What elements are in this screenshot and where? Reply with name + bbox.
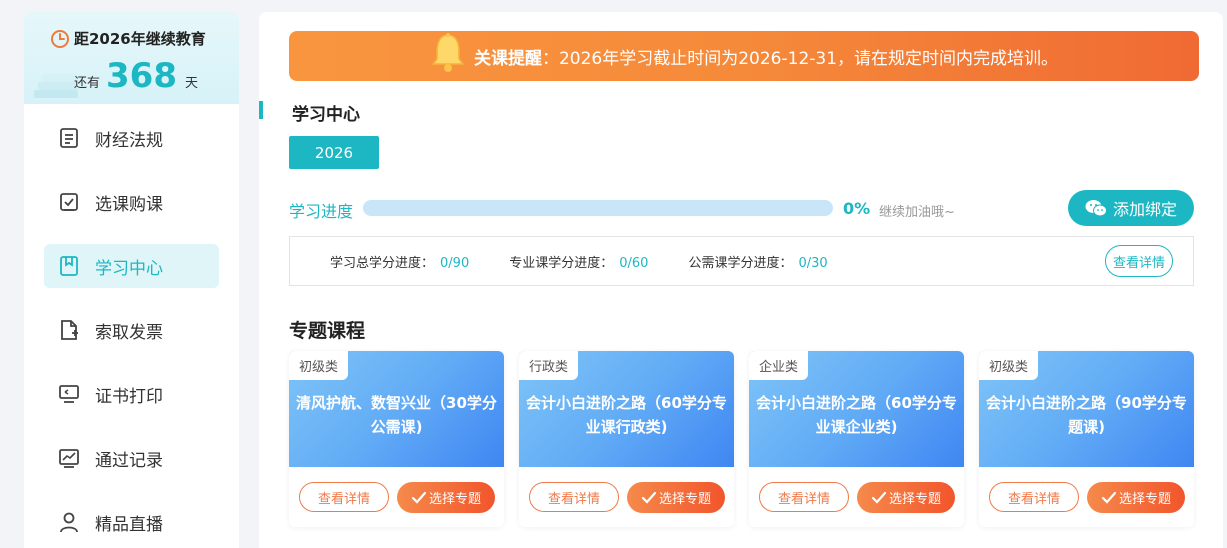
topic-card-cover[interactable]: 初级类 清风护航、数智兴业（30学分公需课): [289, 351, 504, 467]
sidebar-item-regulations[interactable]: 财经法规: [44, 116, 219, 160]
check-icon: [641, 491, 657, 504]
topic-card-actions: 查看详情 选择专题: [529, 482, 725, 513]
section-title: 学习中心: [292, 105, 360, 125]
progress-tip: 继续加油哦~: [879, 205, 955, 220]
sidebar: 距2026年继续教育 还有 368 天 财经法规 选课购课 学习中心 索取发票 …: [24, 12, 239, 548]
topic-card: 企业类 会计小白进阶之路（60学分专业课企业类) 查看详情 选择专题: [749, 351, 964, 527]
monitor-icon: [58, 383, 80, 405]
checkbox-icon: [58, 191, 80, 213]
countdown-prefix: 还有: [74, 76, 101, 91]
credit-public-label: 公需课学分进度：: [688, 255, 793, 271]
select-topic-button[interactable]: 选择专题: [397, 482, 495, 513]
topic-card-tag: 初级类: [979, 351, 1039, 380]
topic-card-title: 会计小白进阶之路（60学分专业课企业类): [756, 394, 957, 436]
topic-card-actions: 查看详情 选择专题: [759, 482, 955, 513]
year-tab-2026[interactable]: 2026: [289, 136, 379, 169]
progress-bar: [363, 200, 833, 216]
progress-percent: 0%: [843, 199, 871, 218]
credit-professional-label: 专业课学分进度：: [509, 255, 614, 271]
view-detail-button[interactable]: 查看详情: [759, 482, 849, 512]
sidebar-item-label: 财经法规: [95, 130, 163, 151]
topic-card-cover[interactable]: 初级类 会计小白进阶之路（90学分专题课): [979, 351, 1194, 467]
select-topic-label: 选择专题: [888, 492, 941, 507]
sidebar-item-label: 索取发票: [95, 322, 163, 343]
select-topic-button[interactable]: 选择专题: [857, 482, 955, 513]
topics-title: 专题课程: [289, 320, 366, 342]
check-icon: [1101, 491, 1117, 504]
topic-card: 行政类 会计小白进阶之路（60学分专业课行政类) 查看详情 选择专题: [519, 351, 734, 527]
select-topic-button[interactable]: 选择专题: [627, 482, 725, 513]
credit-total-value: 0/90: [440, 255, 470, 271]
sidebar-item-records[interactable]: 通过记录: [44, 436, 219, 480]
credit-total: 学习总学分进度： 0/90: [330, 252, 469, 271]
notice-bold-label: 关课提醒: [473, 48, 542, 69]
sidebar-item-label: 证书打印: [95, 386, 163, 407]
chart-icon: [58, 447, 80, 469]
countdown-panel: 距2026年继续教育 还有 368 天: [24, 12, 239, 104]
countdown-title-text: 距2026年继续教育: [74, 30, 206, 48]
topic-card-tag: 行政类: [519, 351, 579, 380]
credit-professional: 专业课学分进度： 0/60: [509, 252, 648, 271]
credit-summary: 学习总学分进度： 0/90 专业课学分进度： 0/60 公需课学分进度： 0/30 查…: [289, 236, 1194, 286]
sidebar-item-invoice[interactable]: 索取发票: [44, 308, 219, 352]
invoice-add-icon: [58, 319, 80, 341]
select-topic-button[interactable]: 选择专题: [1087, 482, 1185, 513]
select-topic-label: 选择专题: [658, 492, 711, 507]
view-detail-button[interactable]: 查看详情: [299, 482, 389, 512]
sidebar-item-course-select[interactable]: 选课购课: [44, 180, 219, 224]
sidebar-item-label: 学习中心: [95, 258, 163, 279]
topic-card-title: 会计小白进阶之路（90学分专题课): [986, 394, 1187, 436]
sidebar-item-label: 通过记录: [95, 450, 163, 471]
topic-card-cover[interactable]: 行政类 会计小白进阶之路（60学分专业课行政类): [519, 351, 734, 467]
wechat-icon: [1085, 200, 1107, 217]
clock-icon: [51, 29, 69, 48]
credit-detail-button[interactable]: 查看详情: [1105, 245, 1173, 277]
credit-total-label: 学习总学分进度：: [330, 255, 435, 271]
sidebar-item-certificate[interactable]: 证书打印: [44, 372, 219, 416]
sidebar-item-live[interactable]: 精品直播: [44, 500, 219, 544]
topic-card-cover[interactable]: 企业类 会计小白进阶之路（60学分专业课企业类): [749, 351, 964, 467]
topic-card-tag: 企业类: [749, 351, 809, 380]
document-icon: [58, 127, 80, 149]
notice-text: ：2026年学习截止时间为2026-12-31，请在规定时间内完成培训。: [541, 48, 1059, 69]
add-binding-label: 添加绑定: [1112, 200, 1177, 219]
sidebar-item-label: 精品直播: [95, 514, 163, 535]
topic-card-actions: 查看详情 选择专题: [989, 482, 1185, 513]
topic-card-actions: 查看详情 选择专题: [299, 482, 495, 513]
user-icon: [58, 511, 80, 533]
credit-public-value: 0/30: [798, 255, 828, 271]
bookmark-icon: [58, 255, 80, 277]
select-topic-label: 选择专题: [1118, 492, 1171, 507]
sidebar-item-study-center[interactable]: 学习中心: [44, 244, 219, 288]
section-accent-bar: [259, 101, 263, 119]
topic-card: 初级类 会计小白进阶之路（90学分专题课) 查看详情 选择专题: [979, 351, 1194, 527]
credit-public: 公需课学分进度： 0/30: [688, 252, 827, 271]
progress-label: 学习进度: [289, 202, 354, 221]
countdown-days: 368: [106, 56, 177, 96]
add-binding-button[interactable]: 添加绑定: [1068, 190, 1194, 226]
main-panel: 关课提醒 ：2026年学习截止时间为2026-12-31，请在规定时间内完成培训…: [259, 12, 1223, 548]
select-topic-label: 选择专题: [428, 492, 481, 507]
topic-card-tag: 初级类: [289, 351, 349, 380]
sidebar-menu: 财经法规 选课购课 学习中心 索取发票 证书打印 通过记录 精品直播: [44, 116, 219, 548]
topic-card: 初级类 清风护航、数智兴业（30学分公需课) 查看详情 选择专题: [289, 351, 504, 527]
check-icon: [411, 491, 427, 504]
countdown-suffix: 天: [185, 76, 199, 91]
credit-professional-value: 0/60: [619, 255, 649, 271]
countdown-days-row: 还有 368 天: [74, 56, 198, 96]
topic-card-title: 会计小白进阶之路（60学分专业课行政类): [526, 394, 727, 436]
view-detail-button[interactable]: 查看详情: [529, 482, 619, 512]
notice-banner: 关课提醒 ：2026年学习截止时间为2026-12-31，请在规定时间内完成培训…: [289, 31, 1199, 81]
sidebar-item-label: 选课购课: [95, 194, 163, 215]
check-icon: [871, 491, 887, 504]
view-detail-button[interactable]: 查看详情: [989, 482, 1079, 512]
bell-icon: [431, 33, 465, 72]
topic-card-title: 清风护航、数智兴业（30学分公需课): [296, 394, 497, 436]
countdown-title: 距2026年继续教育: [50, 28, 206, 49]
